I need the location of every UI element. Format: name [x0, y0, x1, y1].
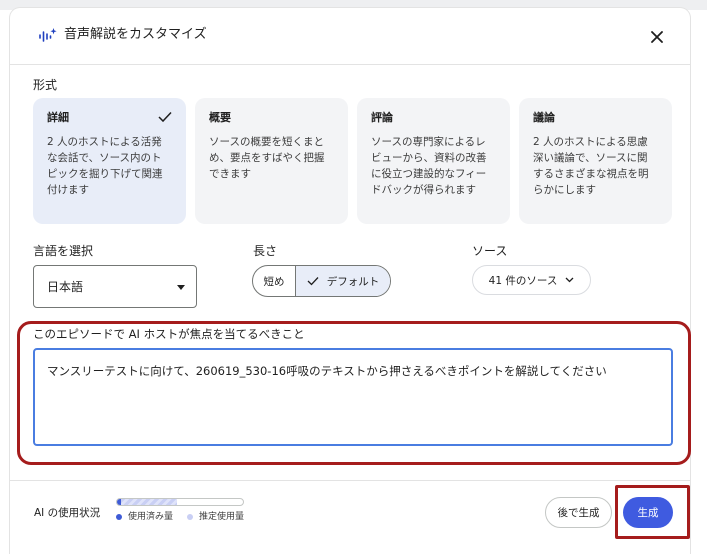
- generate-button[interactable]: 生成: [623, 497, 673, 528]
- close-button[interactable]: [644, 24, 670, 50]
- source-count-label: 41 件のソース: [488, 274, 558, 287]
- language-label: 言語を選択: [33, 244, 94, 258]
- close-icon: [651, 31, 663, 43]
- source-label: ソース: [472, 244, 508, 258]
- legend-used-dot: [116, 514, 122, 520]
- format-card-title: 概要: [209, 111, 231, 124]
- format-card-desc: 2 人のホストによる活発な会話で、ソース内のトピックを掘り下げて関連付けます: [47, 136, 163, 196]
- format-card-title: 議論: [533, 111, 555, 124]
- format-card-desc: 2 人のホストによる思慮深い議論で、ソースに関するさまざまな視点を明らかにします: [533, 136, 649, 196]
- audio-waveform-sparkle-icon: [38, 27, 58, 45]
- caret-down-icon: [177, 285, 185, 290]
- generate-later-button[interactable]: 後で生成: [545, 497, 612, 528]
- legend-estimated-label: 推定使用量: [199, 512, 245, 522]
- chevron-down-icon: [565, 277, 574, 283]
- focus-text: マンスリーテストに向けて、260619_530-16呼吸のテキストから押さえるべ…: [47, 364, 607, 378]
- language-value: 日本語: [47, 280, 84, 294]
- length-default-option[interactable]: デフォルト: [296, 266, 390, 296]
- header-divider: [10, 64, 690, 65]
- check-icon: [307, 277, 319, 286]
- length-short-option[interactable]: 短め: [253, 266, 296, 296]
- usage-progress-bar: [116, 498, 244, 506]
- language-select[interactable]: 日本語: [33, 265, 197, 308]
- length-toggle: 短め デフォルト: [252, 265, 391, 297]
- format-card-title: 評論: [371, 111, 393, 124]
- check-icon: [158, 111, 172, 123]
- format-card-overview[interactable]: 概要 ソースの概要を短くまとめ、要点をすばやく把握できます: [195, 98, 348, 224]
- format-card-desc: ソースの概要を短くまとめ、要点をすばやく把握できます: [209, 136, 325, 180]
- format-card-title: 詳細: [47, 111, 69, 124]
- legend-estimated-dot: [187, 514, 193, 520]
- source-select-button[interactable]: 41 件のソース: [472, 265, 591, 295]
- generate-label: 生成: [637, 507, 659, 519]
- length-label: 長さ: [253, 244, 278, 258]
- format-card-review[interactable]: 評論 ソースの専門家によるレビューから、資料の改善に役立つ建設的なフィードバック…: [357, 98, 510, 224]
- usage-label: AI の使用状況: [34, 507, 101, 519]
- dialog-title: 音声解説をカスタマイズ: [64, 27, 207, 42]
- usage-estimated-fill: [120, 499, 178, 505]
- generate-later-label: 後で生成: [557, 507, 600, 519]
- length-short-label: 短め: [263, 275, 285, 288]
- footer-divider: [10, 480, 690, 481]
- legend-used: 使用済み量: [116, 511, 173, 523]
- focus-label: このエピソードで AI ホストが焦点を当てるべきこと: [33, 327, 305, 341]
- legend-estimated: 推定使用量: [187, 511, 244, 523]
- legend-used-label: 使用済み量: [128, 512, 174, 522]
- format-card-debate[interactable]: 議論 2 人のホストによる思慮深い議論で、ソースに関するさまざまな視点を明らかに…: [519, 98, 672, 224]
- format-card-desc: ソースの専門家によるレビューから、資料の改善に役立つ建設的なフィードバックが得ら…: [371, 136, 487, 196]
- length-default-label: デフォルト: [326, 275, 380, 288]
- dialog-header: 音声解説をカスタマイズ: [10, 8, 690, 64]
- focus-textarea[interactable]: マンスリーテストに向けて、260619_530-16呼吸のテキストから押さえるべ…: [33, 348, 673, 446]
- format-label: 形式: [33, 78, 58, 92]
- format-card-detailed[interactable]: 詳細 2 人のホストによる活発な会話で、ソース内のトピックを掘り下げて関連付けま…: [33, 98, 186, 224]
